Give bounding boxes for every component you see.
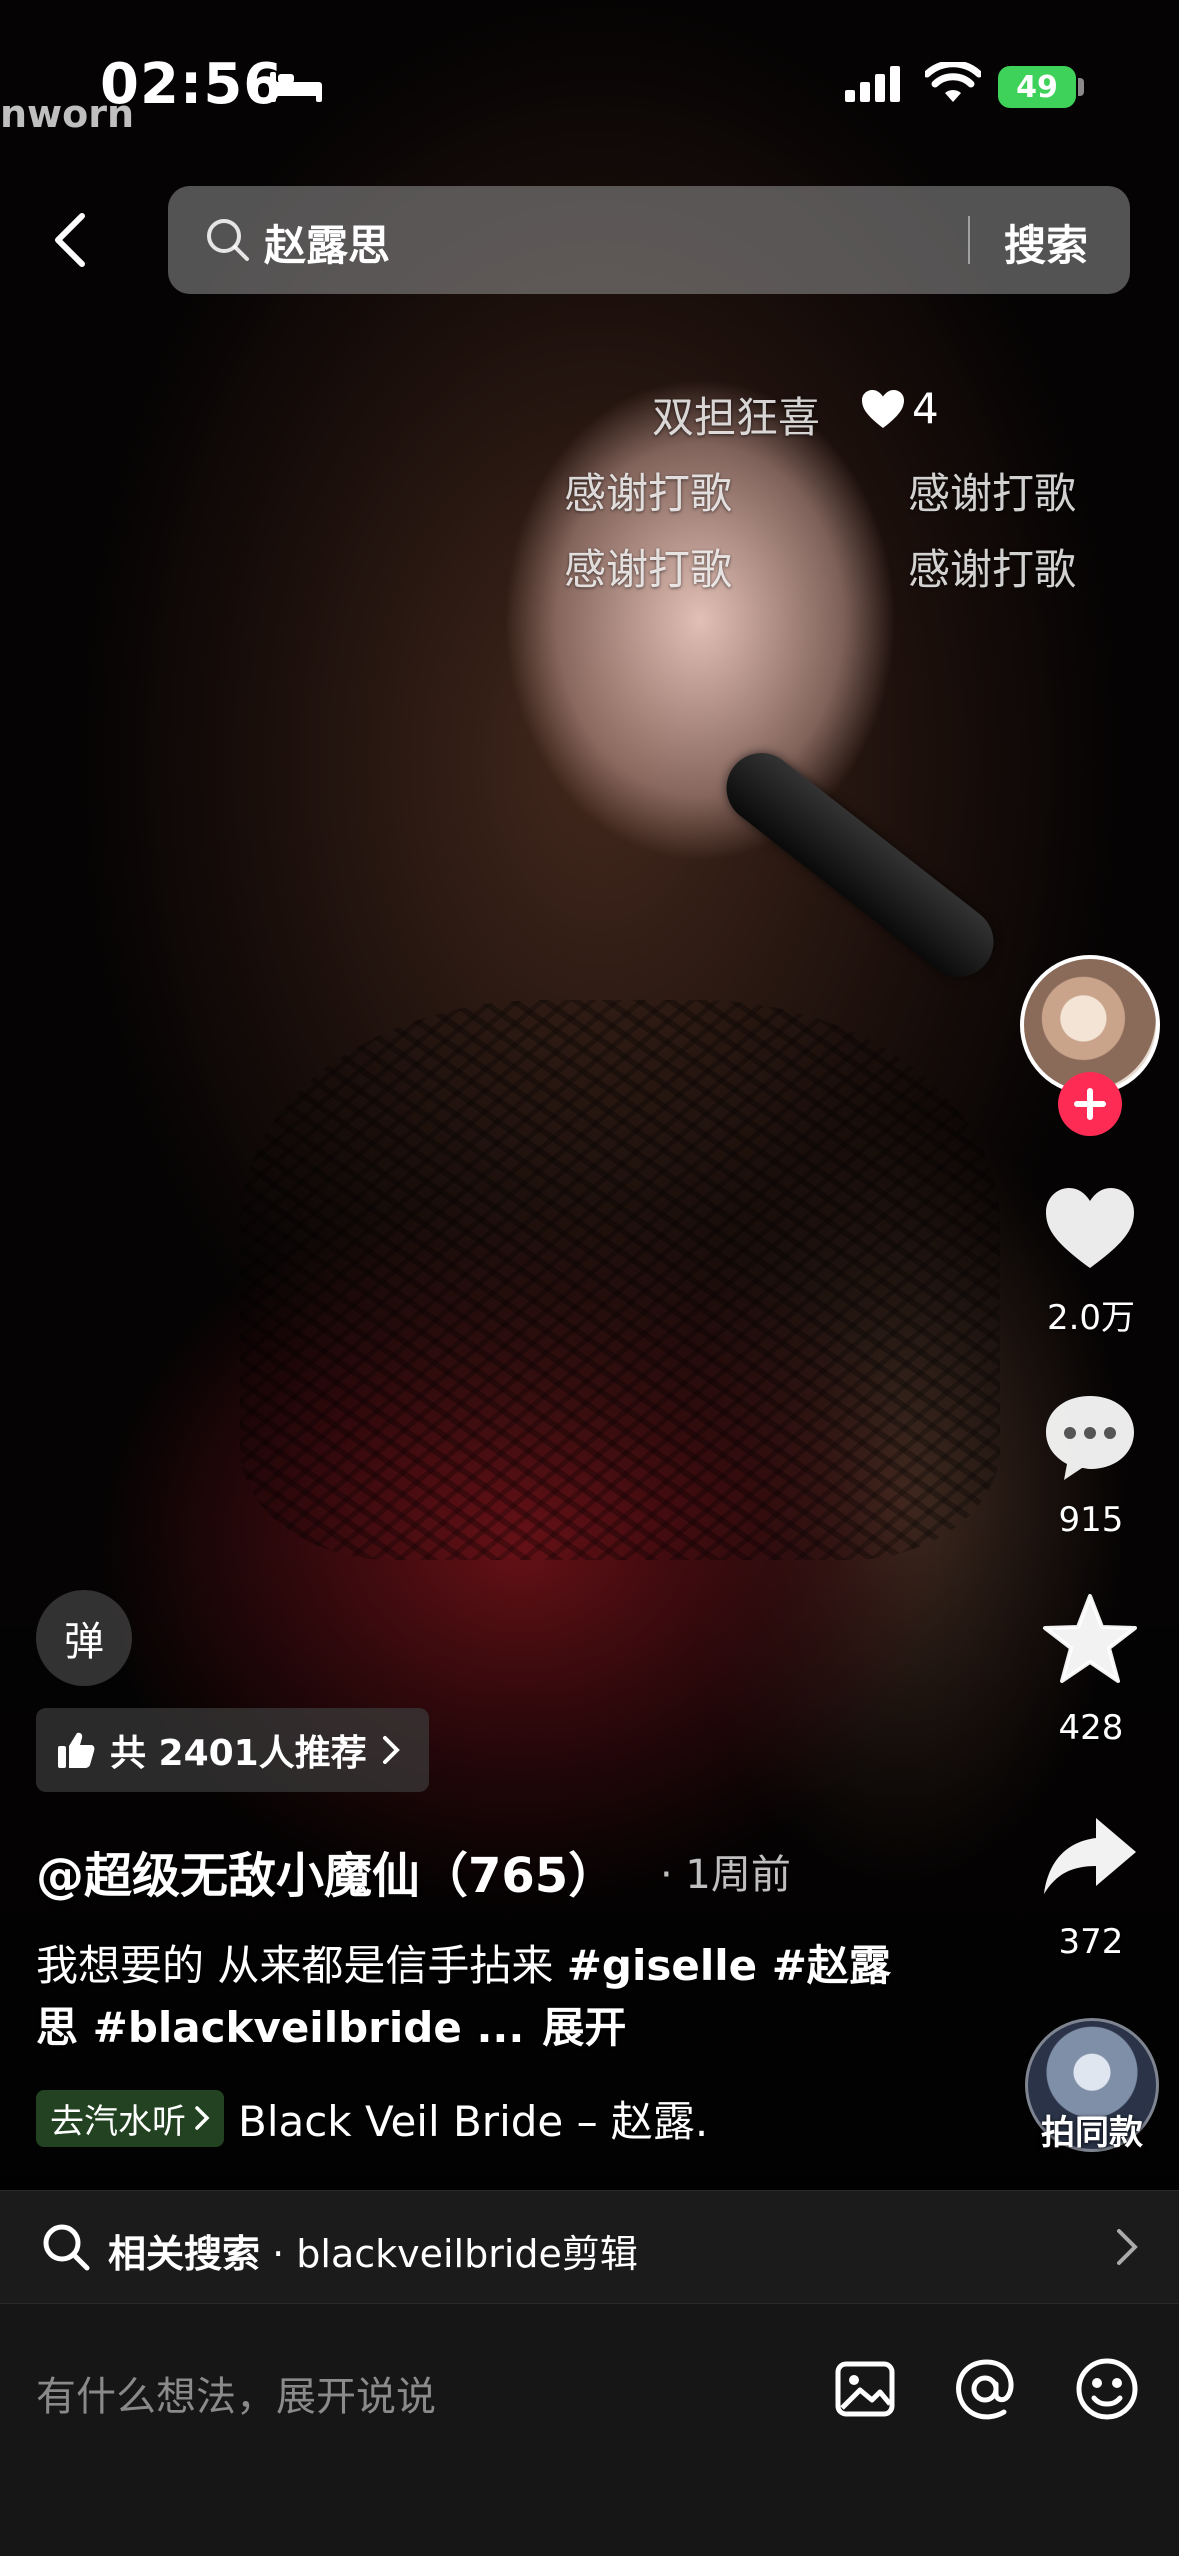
- plus-icon: [1074, 1088, 1106, 1120]
- comment-bubble-icon[interactable]: [1040, 1388, 1140, 1488]
- video-description[interactable]: 我想要的 从来都是信手拈来 #giselle #赵露思 #blackveilbr…: [36, 1935, 916, 2059]
- music-title[interactable]: Black Veil Bride – 赵露.: [238, 2088, 708, 2149]
- search-icon: [207, 219, 249, 261]
- wifi-icon: [925, 62, 981, 102]
- comment-input[interactable]: 有什么想法，展开说说: [36, 2364, 436, 2422]
- danmaku-comment: 双担狂喜: [652, 393, 821, 442]
- expand-button[interactable]: 展开: [542, 2003, 626, 2052]
- danmaku-comment: 感谢打歌: [564, 469, 733, 518]
- search-button[interactable]: 搜索: [1004, 212, 1088, 273]
- like-count: 2.0万: [1046, 1298, 1136, 1338]
- comment-count: 915: [1058, 1500, 1124, 1540]
- search-bar[interactable]: 赵露思 搜索: [168, 186, 1130, 294]
- danmaku-comment: 感谢打歌: [564, 545, 733, 594]
- same-style-label[interactable]: 拍同款: [1000, 2105, 1179, 2154]
- battery-tip: [1078, 78, 1084, 96]
- thumbs-up-icon: [58, 1732, 95, 1768]
- search-divider: [968, 216, 970, 264]
- related-search-text: 相关搜索 · blackveilbride剪辑: [108, 2232, 638, 2276]
- danmaku-like-count: 4: [912, 384, 939, 433]
- follow-button[interactable]: [1058, 1072, 1122, 1136]
- back-button[interactable]: [40, 200, 100, 280]
- danmaku-comment: 感谢打歌: [908, 469, 1077, 518]
- like-heart-icon[interactable]: [1040, 1180, 1140, 1280]
- cellular-signal-icon: [845, 66, 900, 102]
- recommend-text: 共 2401人推荐: [110, 1733, 367, 1774]
- search-icon: [43, 2224, 90, 2271]
- battery-indicator: 49: [998, 66, 1076, 108]
- description-text: 我想要的 从来都是信手拈来: [36, 1941, 567, 1990]
- search-input[interactable]: 赵露思: [264, 212, 390, 273]
- image-icon[interactable]: [830, 2354, 900, 2424]
- heart-icon: [862, 390, 904, 428]
- emoji-icon[interactable]: [1072, 2354, 1142, 2424]
- favorite-count: 428: [1058, 1708, 1124, 1748]
- at-mention-icon[interactable]: [950, 2354, 1020, 2424]
- video-lace-detail: [240, 1000, 1000, 1560]
- danmaku-comment: 感谢打歌: [908, 545, 1077, 594]
- recommend-badge[interactable]: 共 2401人推荐: [36, 1708, 429, 1792]
- related-search-bar[interactable]: 相关搜索 · blackveilbride剪辑: [0, 2190, 1179, 2304]
- status-time: 02:56: [100, 52, 284, 117]
- music-row[interactable]: 去汽水听 Black Veil Bride – 赵露.: [36, 2088, 708, 2148]
- favorite-star-icon[interactable]: [1040, 1590, 1140, 1690]
- author-name[interactable]: @超级无敌小魔仙（765）: [36, 1836, 616, 1906]
- chevron-right-icon: [382, 1736, 400, 1764]
- chevron-right-icon: [1117, 2229, 1138, 2265]
- danmaku-toggle-button[interactable]: 弹: [36, 1590, 132, 1686]
- post-time: · 1周前: [660, 1852, 791, 1898]
- status-bar: nworn 02:56 49: [0, 0, 1179, 170]
- chevron-right-icon: [195, 2106, 210, 2130]
- share-count: 372: [1058, 1922, 1124, 1962]
- music-app-badge[interactable]: 去汽水听: [36, 2089, 224, 2147]
- comment-bar: 有什么想法，展开说说: [0, 2304, 1179, 2556]
- sleep-mode-icon: [270, 72, 322, 102]
- share-arrow-icon[interactable]: [1040, 1808, 1140, 1908]
- chevron-left-icon: [55, 213, 85, 267]
